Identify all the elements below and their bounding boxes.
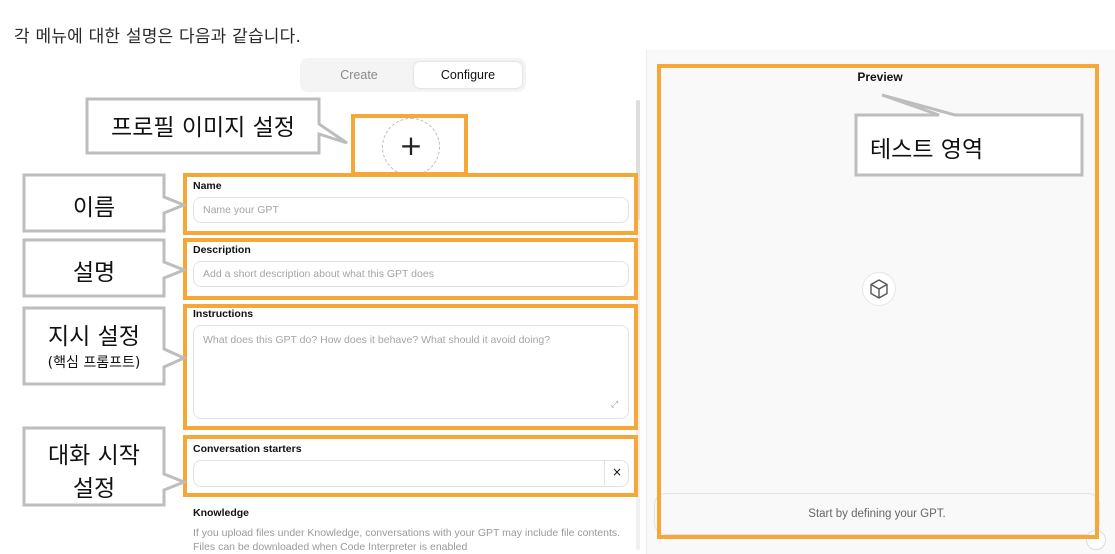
callout-test-area: 테스트 영역 <box>870 137 984 163</box>
callout-starters-line1: 대화 시작 <box>48 443 140 469</box>
callout-instructions-subtitle: (핵심 프롬프트) <box>47 355 141 371</box>
callout-instructions-title: 지시 설정 <box>48 324 140 350</box>
callout-profile-image: 프로필 이미지 설정 <box>111 115 295 141</box>
callout-description: 설명 <box>72 260 116 286</box>
callout-name: 이름 <box>72 195 116 221</box>
callout-starters-line2: 설정 <box>72 476 116 502</box>
callout-shapes <box>22 93 1084 507</box>
